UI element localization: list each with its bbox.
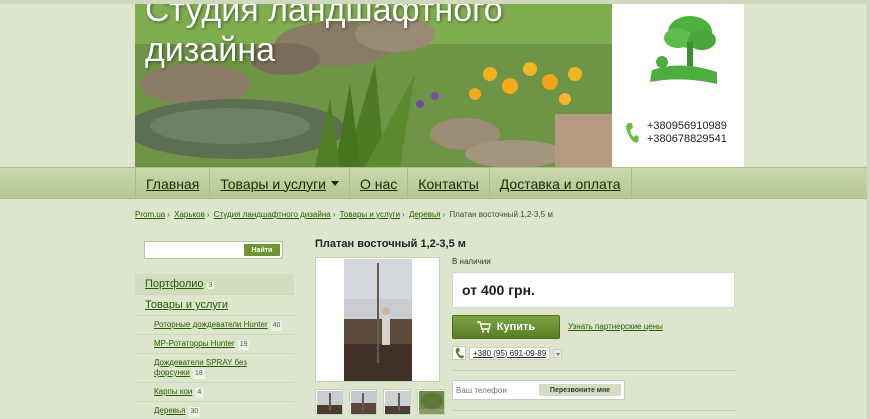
main-nav: Главная Товары и услуги О нас Контакты Д… [0,167,869,199]
count-badge: 3 [206,282,215,289]
product-image[interactable] [315,257,440,382]
logo-contact-box: +380956910989 +380678829541 [612,4,744,167]
search-box: Найти [144,241,283,259]
product-title: Платан восточный 1,2-3,5 м [315,238,466,250]
sidebar-subitem-trees[interactable]: Деревья 30 [135,402,294,419]
nav-products[interactable]: Товары и услуги [210,168,350,199]
breadcrumb-link[interactable]: Товары и услуги [340,210,400,219]
tree-photo [344,259,412,381]
breadcrumb: Prom.ua › Харьков › Студия ландшафтного ди… [135,210,553,219]
partner-prices-link[interactable]: Узнать партнерские цены [568,322,663,331]
callback-phone-input[interactable] [456,384,538,396]
thumbnail[interactable] [417,389,445,415]
divider [452,370,735,371]
breadcrumb-link[interactable]: Деревья [409,210,441,219]
sidebar-subitem-mp-rotators[interactable]: MP-Ротаторры Hunter 19 [135,335,294,354]
product-price: от 400 грн. [462,282,535,298]
buy-button[interactable]: Купить [452,315,560,339]
breadcrumb-link[interactable]: Студия ландшафтного дизайна [214,210,331,219]
count-badge: 30 [188,407,201,417]
sidebar-subitem-hunter-rotors[interactable]: Роторные дождеватели Hunter 40 [135,316,294,335]
chevron-down-icon [331,181,339,186]
nav-home[interactable]: Главная [135,168,211,199]
sidebar-item-products[interactable]: Товары и услуги [135,295,294,316]
tree-logo-icon[interactable] [632,10,732,92]
phone-icon [452,346,466,360]
callback-button[interactable]: Перезвоните мне [539,384,621,396]
divider [452,410,735,411]
thumbnail[interactable] [383,389,411,415]
thumbnail-strip [315,389,445,415]
product-phone-row: +380 (95) 691-09-89 [452,346,563,360]
header-banner: Студия ландшафтного дизайна [135,4,612,167]
count-badge: 4 [195,388,204,398]
search-button[interactable]: Найти [244,244,280,256]
thumbnail[interactable] [349,389,377,415]
sidebar: Портфолио 3 Товары и услуги Роторные дожд… [135,274,294,419]
cart-icon [476,321,491,333]
phone-number-2[interactable]: +380678829541 [647,133,727,146]
callback-form: Перезвоните мне [452,380,625,400]
header-phones: +380956910989 +380678829541 [647,120,727,146]
banner-title: Студия ландшафтного дизайна [145,4,503,69]
count-badge: 40 [270,321,283,331]
phone-number-1[interactable]: +380956910989 [647,120,727,133]
phone-icon [626,123,639,143]
stock-status: В наличии [452,257,491,266]
nav-contacts[interactable]: Контакты [408,168,490,199]
count-badge: 19 [237,340,250,350]
sidebar-item-portfolio[interactable]: Портфолио 3 [135,274,294,295]
price-box: от 400 грн. [452,272,735,308]
product-phone-number[interactable]: +380 (95) 691-09-89 [469,346,551,360]
breadcrumb-current: Платан восточный 1,2-3,5 м [449,210,553,219]
nav-delivery[interactable]: Доставка и оплата [490,168,632,199]
breadcrumb-link[interactable]: Харьков [174,210,205,219]
phone-dropdown-toggle[interactable] [553,348,563,358]
sidebar-subitem-spray[interactable]: Дождеватели SPRAY без форсунки 18 [135,354,294,383]
breadcrumb-link[interactable]: Prom.ua [135,210,165,219]
search-input[interactable] [147,243,241,257]
count-badge: 18 [192,369,205,379]
thumbnail[interactable] [315,389,343,415]
nav-about[interactable]: О нас [350,168,409,199]
sidebar-subitem-koi[interactable]: Карпы кои 4 [135,383,294,402]
